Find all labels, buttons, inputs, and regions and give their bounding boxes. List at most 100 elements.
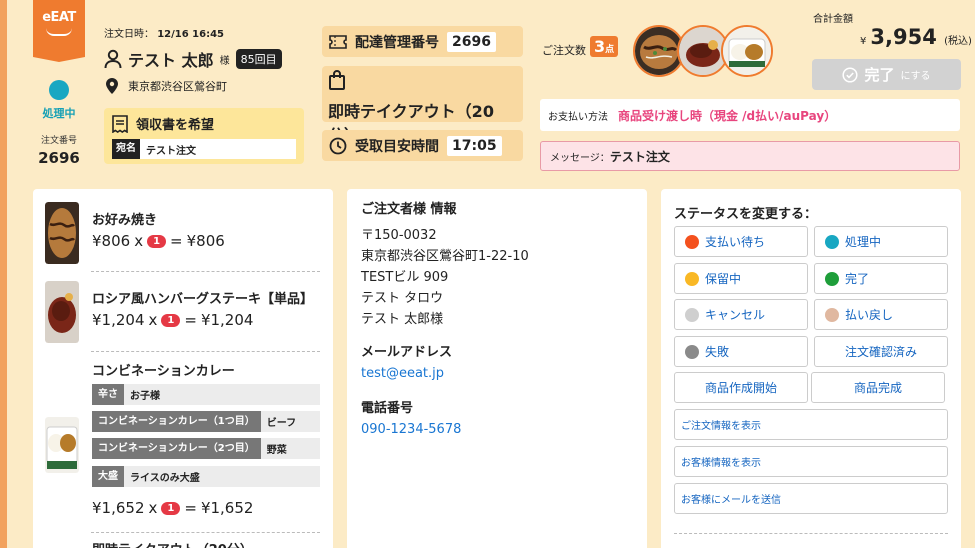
addressee-value: テスト注文 — [146, 145, 196, 157]
status-button-label: 失敗 — [705, 345, 730, 359]
map-pin-icon — [106, 78, 118, 94]
check-circle-icon — [842, 66, 858, 83]
receipt-icon — [112, 114, 128, 133]
option-value: お子様 — [130, 391, 160, 402]
total-tax: (税込) — [944, 36, 972, 47]
customer-kana: テスト タロウ — [361, 291, 444, 306]
status-dot-icon — [825, 234, 839, 249]
status-button-label: 保留中 — [705, 272, 742, 286]
option-key: コンビネーションカレー（1つ目） — [92, 411, 261, 432]
status-divider — [674, 533, 948, 534]
show-customer-info-button[interactable]: お客様情報を表示 — [674, 446, 948, 477]
addressee-key: 宛名 — [112, 139, 140, 159]
status-dot-icon — [825, 307, 839, 322]
status-button-label: 支払い待ち — [705, 235, 766, 249]
payment-value: 商品受け渡し時（現金 /d払い/auPay） — [618, 108, 837, 123]
customer-name: テスト 太郎 — [128, 51, 214, 70]
ticket-icon — [329, 34, 347, 49]
status-label: 処理中 — [42, 107, 76, 120]
items-card: お好み焼き ¥806 x 1 = ¥806 ロシア風ハンバーグステーキ【単品】 … — [33, 189, 333, 548]
total-label: 合計金額 — [813, 14, 853, 25]
item-qty-badge: 1 — [161, 501, 181, 515]
customer-address: 東京都渋谷区鶯谷町 — [106, 78, 227, 94]
item-image — [45, 417, 79, 473]
payment-method: お支払い方法 商品受け渡し時（現金 /d払い/auPay） — [540, 99, 960, 131]
email-link[interactable]: test@eeat.jp — [361, 363, 529, 384]
items-footer-text: 即時テイクアウト（20分） — [92, 539, 253, 548]
option-value: ビーフ — [266, 418, 297, 429]
order-date-value: 12/16 16:45 — [157, 29, 224, 40]
payment-label: お支払い方法 — [548, 111, 608, 123]
item-count-label: ご注文数 — [542, 44, 586, 57]
status-button-label: 商品作成開始 — [704, 381, 777, 395]
status-button-label: 注文確認済み — [844, 345, 917, 359]
total-amount: ¥3,954 (税込) — [860, 25, 972, 49]
status-card: ステータスを変更する： 支払い待ち 処理中 保留中 完了 キャンセル 払い戻し … — [661, 189, 961, 548]
item-thumbnail-curry[interactable] — [721, 25, 773, 77]
status-button-on-hold[interactable]: 保留中 — [674, 263, 808, 294]
message-value: テスト注文 — [609, 149, 670, 164]
complete-button[interactable]: 完了 にする — [812, 59, 961, 90]
status-button-refunded[interactable]: 払い戻し — [814, 299, 948, 330]
delivery-label: 配達管理番号 — [355, 34, 439, 51]
status-button-completed[interactable]: 完了 — [814, 263, 948, 294]
status-button-processing[interactable]: 処理中 — [814, 226, 948, 257]
option-key: コンビネーションカレー（2つ目） — [92, 438, 261, 459]
status-button-product-complete[interactable]: 商品完成 — [811, 372, 945, 403]
status-button-payment-pending[interactable]: 支払い待ち — [674, 226, 808, 257]
status-dot-icon — [825, 271, 839, 286]
customer-info-title: ご注文者様 情報 — [361, 202, 457, 217]
order-date: 注文日時： 12/16 16:45 — [104, 25, 224, 40]
total-value: 3,954 — [870, 25, 937, 49]
status-button-label: 処理中 — [845, 235, 882, 249]
status-button-order-confirmed[interactable]: 注文確認済み — [814, 336, 948, 367]
order-message: メッセージ： テスト注文 — [540, 141, 960, 171]
item-price-line: ¥1,652 x 1 = ¥1,652 — [92, 499, 253, 517]
item-count-badge: 3点 — [590, 36, 619, 57]
order-number-value: 2696 — [38, 149, 80, 167]
item-subtotal: ¥806 — [186, 232, 225, 250]
option-value: 野菜 — [266, 445, 287, 456]
logo-smile-icon — [46, 28, 72, 36]
item-qty-badge: 1 — [161, 313, 181, 327]
customer-address2: TESTビル 909 — [361, 270, 449, 285]
item-subtotal: ¥1,204 — [200, 311, 254, 329]
status-button-label: キャンセル — [705, 308, 766, 322]
show-order-info-button[interactable]: ご注文情報を表示 — [674, 409, 948, 440]
item-count-value: 3 — [594, 37, 606, 56]
person-icon — [104, 49, 122, 69]
item-equals: = — [170, 232, 183, 250]
item-image — [45, 202, 79, 264]
item-subtotal: ¥1,652 — [200, 499, 254, 517]
status-dot-icon — [685, 271, 699, 286]
status-button-cancelled[interactable]: キャンセル — [674, 299, 808, 330]
customer-zip: 〒150-0032 — [361, 228, 437, 243]
clock-icon — [329, 137, 347, 154]
option-key: 辛さ — [92, 384, 124, 405]
complete-label: 完了 — [864, 66, 895, 84]
pickup-time: 受取目安時間 17:05 — [322, 130, 523, 161]
status-dot-icon — [685, 307, 699, 322]
shopping-bag-icon — [329, 70, 345, 90]
option-key: 大盛 — [92, 466, 124, 487]
item-equals: = — [184, 499, 197, 517]
item-qty-badge: 1 — [147, 234, 167, 248]
brand-logo[interactable]: eEAT — [33, 0, 85, 62]
phone-link[interactable]: 090-1234-5678 — [361, 419, 529, 440]
pickup-value: 17:05 — [447, 135, 502, 156]
phone-title: 電話番号 — [361, 401, 414, 416]
item-times: x — [148, 311, 158, 329]
status-button-failed[interactable]: 失敗 — [674, 336, 808, 367]
item-option: コンビネーションカレー（2つ目） 野菜 — [92, 438, 320, 459]
status-dot-icon — [685, 234, 699, 249]
takeout-type: 即時テイクアウト（20分） — [322, 66, 523, 145]
status-dot-icon — [685, 344, 699, 359]
order-date-label: 注文日時： — [104, 29, 154, 40]
status-button-production-start[interactable]: 商品作成開始 — [674, 372, 808, 403]
status-panel-title: ステータスを変更する： — [674, 207, 818, 222]
status-dot-icon — [49, 80, 69, 100]
order-number-label: 注文番号 — [40, 136, 77, 146]
item-option: コンビネーションカレー（1つ目） ビーフ — [92, 411, 320, 432]
email-customer-button[interactable]: お客様にメールを送信 — [674, 483, 948, 514]
status-button-label: 商品完成 — [853, 381, 902, 395]
